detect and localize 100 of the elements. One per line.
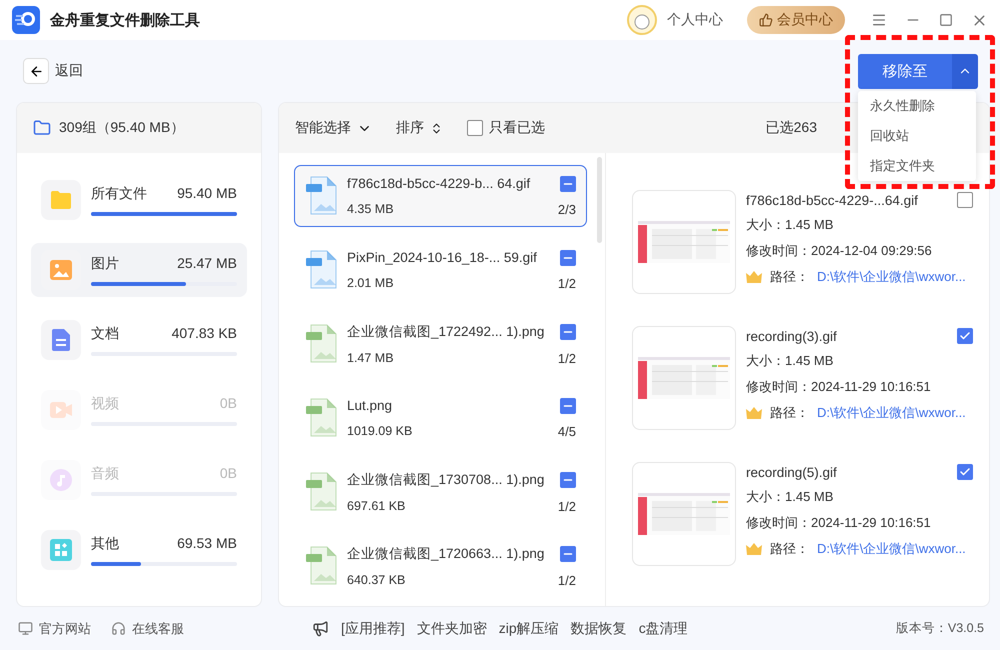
file-name: f786c18d-b5cc-4229-b... 64.gif: [347, 176, 530, 191]
sort-button[interactable]: 排序: [396, 119, 424, 137]
monitor-icon: [18, 621, 33, 636]
partial-checkbox[interactable]: [560, 250, 576, 266]
size-label: 大小：1.45 MB: [746, 216, 834, 234]
promo-link[interactable]: zip解压缩: [498, 620, 559, 638]
duplicate-count: 4/5: [558, 424, 576, 438]
file-name: PixPin_2024-10-16_18-... 59.gif: [347, 250, 537, 265]
headset-icon: [111, 621, 126, 636]
path-link[interactable]: D:\软件\企业微信\wxwor...: [817, 268, 966, 286]
move-to-button[interactable]: 移除至: [858, 54, 952, 88]
crown-icon: [746, 271, 762, 283]
promo-link[interactable]: 数据恢复: [570, 620, 627, 638]
path-link[interactable]: D:\软件\企业微信\wxwor...: [817, 404, 966, 422]
path-label: 路径：: [770, 404, 809, 422]
duplicate-count: 1/2: [558, 350, 576, 366]
promo-link[interactable]: [应用推荐]: [341, 620, 405, 638]
file-name: 企业微信截图_1730708... 1).png: [347, 470, 544, 488]
file-size: 697.61 KB: [347, 499, 406, 513]
checkbox[interactable]: [957, 464, 973, 480]
checkbox[interactable]: [957, 328, 973, 344]
duplicate-count: 2/3: [558, 202, 576, 216]
size-label: 大小：1.45 MB: [746, 352, 834, 370]
file-group-item[interactable]: 企业微信截图_1722492... 1).png 1.47 MB 1/2: [294, 313, 587, 375]
partial-checkbox[interactable]: [560, 472, 576, 488]
category-item[interactable]: 其他 69.53 MB: [31, 523, 247, 577]
file-size: 2.01 MB: [347, 276, 394, 290]
modified-time: 修改时间：2024-12-04 09:29:56: [746, 242, 933, 260]
window-title: 金舟重复文件删除工具: [50, 10, 201, 30]
file-group-item[interactable]: 企业微信截图_1720663... 1).png 640.37 KB 1/2: [294, 535, 587, 597]
menu-item[interactable]: 指定文件夹: [858, 150, 976, 180]
partial-checkbox[interactable]: [560, 176, 576, 192]
partial-checkbox[interactable]: [560, 398, 576, 414]
profile-link[interactable]: 个人中心: [667, 11, 723, 29]
checkbox[interactable]: [957, 192, 973, 208]
version-label: 版本号：V3.0.5: [896, 620, 984, 637]
avatar-icon[interactable]: [627, 5, 657, 35]
checkbox[interactable]: [467, 120, 483, 136]
crown-icon: [746, 407, 762, 419]
promo-link[interactable]: c盘清理: [638, 620, 688, 638]
group-summary: 309组（95.40 MB）: [59, 119, 184, 137]
footer-link[interactable]: 在线客服: [132, 620, 184, 638]
duplicate-count: 1/2: [558, 498, 576, 514]
path-label: 路径：: [770, 268, 809, 286]
duplicate-count: 1/2: [558, 276, 576, 290]
category-item[interactable]: 文档 407.83 KB: [31, 313, 247, 367]
check-icon: [959, 330, 971, 342]
category-size: 407.83 KB: [172, 324, 237, 342]
thumbs-up-icon: [759, 13, 773, 27]
image-file-icon: [305, 398, 339, 438]
file-group-item[interactable]: PixPin_2024-10-16_18-... 59.gif 2.01 MB 1/2: [294, 239, 587, 301]
category-size: 0B: [220, 464, 237, 482]
check-icon: [959, 466, 971, 478]
category-size: 69.53 MB: [177, 534, 237, 552]
category-item[interactable]: 所有文件 95.40 MB: [31, 173, 247, 227]
file-size: 1019.09 KB: [347, 424, 412, 438]
scrollbar[interactable]: [597, 157, 602, 243]
modified-time: 修改时间：2024-11-29 10:16:51: [746, 514, 932, 532]
file-name: recording(5).gif: [746, 464, 837, 480]
path-label: 路径：: [770, 540, 809, 558]
file-size: 1.47 MB: [347, 351, 394, 365]
category-name: 其他: [91, 534, 119, 552]
category-size: 95.40 MB: [177, 184, 237, 202]
promo-link[interactable]: 文件夹加密: [416, 620, 487, 638]
category-name: 视频: [91, 394, 119, 412]
folder-icon: [33, 119, 51, 137]
menu-item[interactable]: 回收站: [858, 120, 976, 150]
category-name: 文档: [91, 324, 119, 342]
vip-button[interactable]: 会员中心: [747, 6, 845, 34]
file-name: f786c18d-b5cc-4229-...64.gif: [746, 192, 918, 208]
image-file-icon: [305, 546, 339, 586]
checkbox-label[interactable]: 只看已选: [489, 119, 545, 137]
category-size: 25.47 MB: [177, 254, 237, 272]
smart-select-dropdown[interactable]: 智能选择: [295, 119, 351, 137]
image-file-icon: [305, 250, 339, 290]
file-group-item[interactable]: Lut.png 1019.09 KB 4/5: [294, 387, 587, 449]
size-label: 大小：1.45 MB: [746, 488, 834, 506]
dropdown-toggle[interactable]: [952, 54, 978, 88]
menu-icon[interactable]: [871, 12, 887, 28]
partial-checkbox[interactable]: [560, 546, 576, 562]
file-name: 企业微信截图_1722492... 1).png: [347, 322, 544, 340]
category-name: 所有文件: [91, 184, 147, 202]
maximize-icon[interactable]: [939, 13, 953, 27]
app-logo-icon: [12, 6, 40, 34]
menu-item[interactable]: 永久性删除: [858, 90, 976, 120]
file-size: 4.35 MB: [347, 202, 394, 216]
modified-time: 修改时间：2024-11-29 10:16:51: [746, 378, 932, 396]
file-group-item[interactable]: f786c18d-b5cc-4229-b... 64.gif 4.35 MB 2/3: [294, 165, 587, 227]
crown-icon: [746, 543, 762, 555]
partial-checkbox[interactable]: [560, 324, 576, 340]
path-link[interactable]: D:\软件\企业微信\wxwor...: [817, 540, 966, 558]
duplicate-count: 1/2: [558, 572, 576, 588]
category-name: 图片: [91, 254, 119, 272]
megaphone-icon: [312, 620, 329, 637]
category-item[interactable]: 图片 25.47 MB: [31, 243, 247, 297]
back-link[interactable]: 返回: [55, 62, 83, 80]
footer-link[interactable]: 官方网站: [39, 620, 91, 638]
image-file-icon: [305, 324, 339, 364]
back-button[interactable]: [23, 58, 49, 84]
file-group-item[interactable]: 企业微信截图_1730708... 1).png 697.61 KB 1/2: [294, 461, 587, 523]
